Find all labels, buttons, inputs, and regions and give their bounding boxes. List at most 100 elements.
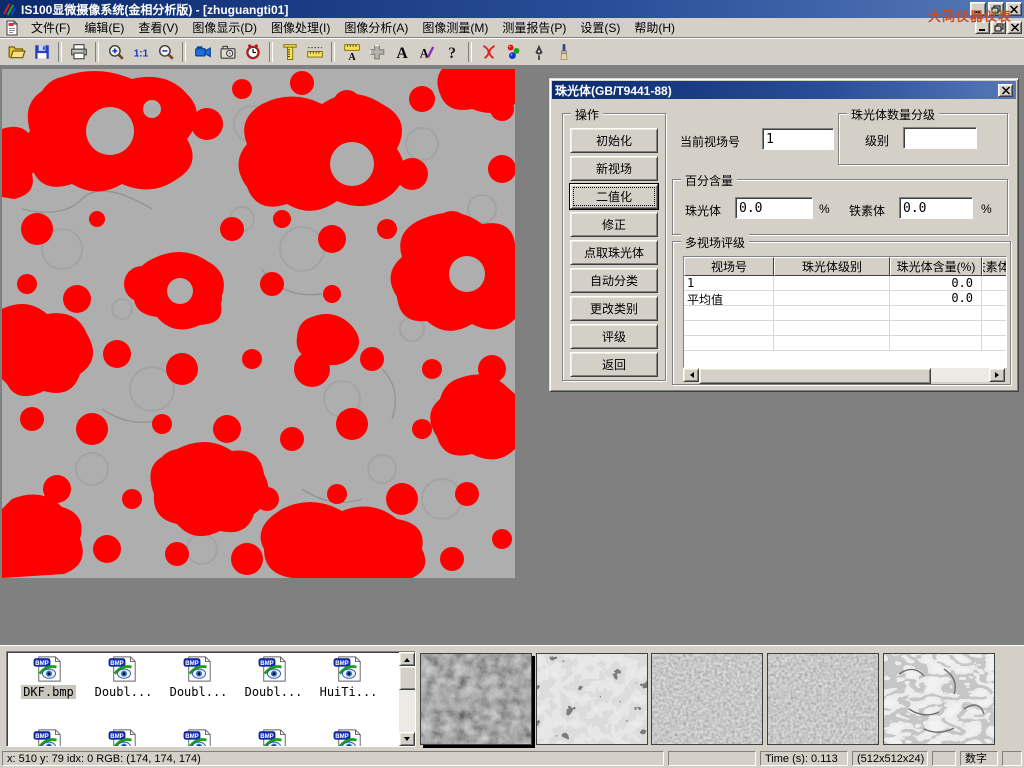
mdi-close-button[interactable]	[1007, 21, 1022, 34]
file-item[interactable]	[311, 728, 386, 747]
menu-item-image-processing[interactable]: 图像处理(I)	[264, 17, 337, 38]
ferrite-percent-input[interactable]	[899, 197, 973, 219]
table-row[interactable]: 1 0.0	[684, 276, 1007, 291]
thumbnail-2[interactable]	[536, 653, 648, 745]
zoom-in-icon	[107, 43, 125, 61]
close-icon	[1009, 5, 1019, 14]
toolbar-separator	[331, 42, 335, 62]
file-browser[interactable]: DKF.bmp Doubl... Doubl... Doubl... HuiTi…	[6, 651, 416, 747]
actual-size-button[interactable]	[128, 40, 153, 64]
new-field-button[interactable]: 新视场	[570, 156, 658, 181]
thumbnail-1[interactable]	[420, 653, 532, 745]
rating-table[interactable]: 视场号 珠光体级别 珠光体含量(%) 铁素体含量(%) 1 0.0 平均值 0.…	[683, 256, 1007, 368]
table-horizontal-scrollbar[interactable]	[683, 368, 1005, 382]
grid-button[interactable]	[364, 40, 389, 64]
minimize-button[interactable]	[970, 2, 986, 16]
multifield-group-label: 多视场评级	[681, 234, 749, 251]
file-item[interactable]	[236, 728, 311, 747]
return-button[interactable]: 返回	[570, 352, 658, 377]
open-folder-icon	[8, 43, 26, 61]
zoom-in-button[interactable]	[103, 40, 128, 64]
mdi-restore-button[interactable]	[991, 21, 1006, 34]
save-button[interactable]	[29, 40, 54, 64]
scroll-down-button[interactable]	[399, 732, 415, 746]
table-row-empty	[684, 306, 1007, 321]
video-capture-button[interactable]	[190, 40, 215, 64]
snapshot-button[interactable]	[215, 40, 240, 64]
menu-item-settings[interactable]: 设置(S)	[573, 17, 627, 38]
table-header-row: 视场号 珠光体级别 珠光体含量(%) 铁素体含量(%)	[684, 257, 1007, 276]
scroll-left-button[interactable]	[683, 368, 699, 382]
curve-tool-button[interactable]	[476, 40, 501, 64]
current-field-label: 当前视场号	[680, 133, 740, 150]
file-item[interactable]: DKF.bmp	[11, 655, 86, 699]
scroll-right-button[interactable]	[989, 368, 1005, 382]
rate-button[interactable]: 评级	[570, 324, 658, 349]
phase-spheres-button[interactable]	[501, 40, 526, 64]
bmp-file-icon	[182, 655, 216, 683]
dialog-title-bar[interactable]: 珠光体(GB/T9441-88)	[552, 81, 1016, 99]
micro-image[interactable]	[2, 69, 515, 578]
menu-item-image-display[interactable]: 图像显示(D)	[185, 17, 264, 38]
text-button[interactable]	[389, 40, 414, 64]
menu-item-help[interactable]: 帮助(H)	[627, 17, 682, 38]
scale-label-button[interactable]	[339, 40, 364, 64]
table-row[interactable]: 平均值 0.0	[684, 291, 1007, 306]
dialog-close-button[interactable]	[998, 84, 1013, 97]
save-icon	[33, 43, 51, 61]
column-header: 珠光体级别	[774, 257, 890, 276]
brush-tool-button[interactable]	[551, 40, 576, 64]
auto-classify-button[interactable]: 自动分类	[570, 268, 658, 293]
toolbar	[0, 38, 1024, 66]
document-icon[interactable]	[4, 20, 20, 36]
file-item[interactable]: Doubl...	[236, 655, 311, 699]
zoom-out-button[interactable]	[153, 40, 178, 64]
restore-button[interactable]	[988, 2, 1004, 16]
thumbnail-3[interactable]	[651, 653, 763, 745]
menu-item-file[interactable]: 文件(F)	[24, 17, 77, 38]
cell-level	[774, 276, 890, 291]
open-button[interactable]	[4, 40, 29, 64]
title-bar[interactable]: IS100显微摄像系统(金相分析版) - [zhuguangti01]	[0, 0, 1024, 18]
file-item[interactable]	[161, 728, 236, 747]
file-item[interactable]: Doubl...	[161, 655, 236, 699]
menu-item-image-measure[interactable]: 图像测量(M)	[415, 17, 495, 38]
status-time: Time (s): 0.113	[760, 751, 848, 766]
current-field-input[interactable]	[762, 128, 834, 150]
menu-item-image-analysis[interactable]: 图像分析(A)	[337, 17, 415, 38]
change-class-button[interactable]: 更改类别	[570, 296, 658, 321]
thumbnail-4[interactable]	[767, 653, 879, 745]
help-button[interactable]	[439, 40, 464, 64]
pen-tool-button[interactable]	[526, 40, 551, 64]
binarize-button[interactable]: 二值化	[570, 184, 658, 209]
menu-item-view[interactable]: 查看(V)	[131, 17, 185, 38]
scroll-up-button[interactable]	[399, 652, 415, 666]
timer-button[interactable]	[240, 40, 265, 64]
scrollbar-thumb[interactable]	[399, 666, 416, 690]
file-item[interactable]: HuiTi...	[311, 655, 386, 699]
mdi-minimize-button[interactable]	[975, 21, 990, 34]
pick-pearlite-button[interactable]: 点取珠光体	[570, 240, 658, 265]
column-header: 视场号	[684, 257, 774, 276]
grading-group: 珠光体数量分级 级别	[838, 113, 1008, 165]
file-item[interactable]	[11, 728, 86, 747]
column-header: 珠光体含量(%)	[890, 257, 982, 276]
menu-item-edit[interactable]: 编辑(E)	[77, 17, 131, 38]
file-item[interactable]	[86, 728, 161, 747]
level-input[interactable]	[903, 127, 977, 149]
ruler-button[interactable]	[302, 40, 327, 64]
scrollbar-thumb[interactable]	[699, 368, 931, 384]
caliper-button[interactable]	[277, 40, 302, 64]
close-button[interactable]	[1006, 2, 1022, 16]
initialize-button[interactable]: 初始化	[570, 128, 658, 153]
text-edit-button[interactable]	[414, 40, 439, 64]
scrollbar-track[interactable]	[931, 368, 989, 382]
menu-item-measure-report[interactable]: 测量报告(P)	[495, 17, 573, 38]
scrollbar-track[interactable]	[399, 690, 415, 732]
print-button[interactable]	[66, 40, 91, 64]
correct-button[interactable]: 修正	[570, 212, 658, 237]
thumbnail-5[interactable]	[883, 653, 995, 745]
file-item[interactable]: Doubl...	[86, 655, 161, 699]
pearlite-percent-input[interactable]	[735, 197, 813, 219]
file-vertical-scrollbar[interactable]	[399, 652, 415, 746]
